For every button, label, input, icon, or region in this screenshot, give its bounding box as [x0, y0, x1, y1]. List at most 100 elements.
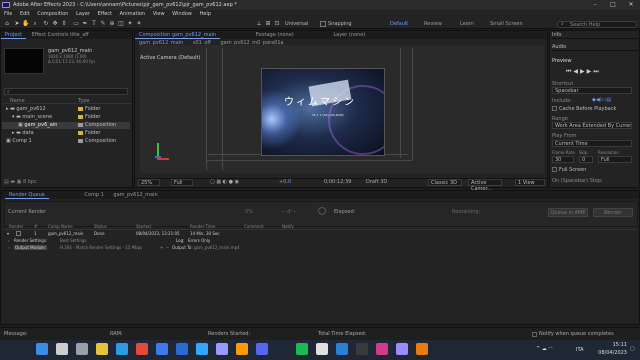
tab-comp-1[interactable]: Comp 1 [80, 192, 107, 198]
clock-time[interactable]: 15:11 [605, 342, 627, 348]
workspace-default[interactable]: Default [390, 20, 408, 28]
color-picker-icon[interactable]: ● [229, 179, 233, 185]
world-axis-icon[interactable]: ⊞ [264, 20, 272, 28]
edge-icon[interactable] [116, 343, 128, 355]
eraser-tool-icon[interactable]: ◫ [117, 20, 125, 28]
add-output-module-icon[interactable]: + [160, 245, 163, 250]
log-dropdown[interactable]: Errors Only [188, 238, 210, 243]
skip-field[interactable]: 0 [579, 156, 593, 163]
full-screen-checkbox[interactable] [552, 167, 557, 172]
workspace-review[interactable]: Review [424, 20, 442, 28]
output-module-value[interactable]: H.264 - Match Render Settings - 15 Mbps [60, 245, 142, 250]
project-item-selected[interactable]: ▣ gam_pv6_ain Composition [2, 122, 130, 129]
render-queue-row[interactable]: ▾ 1 gam_pv612_main Done 08/04/2023, 13:2… [4, 231, 638, 237]
pan-tool-icon[interactable]: ✥ [51, 20, 59, 28]
resolution-dropdown-preview[interactable]: Full [598, 156, 632, 163]
expand-chevron-icon[interactable]: ▾ [7, 231, 9, 236]
column-name[interactable]: Name [10, 98, 25, 104]
col-notify[interactable]: Notify [282, 224, 294, 229]
discord-icon[interactable] [256, 343, 268, 355]
col-render[interactable]: Render [9, 224, 23, 229]
chrome-icon[interactable] [136, 343, 148, 355]
spotify-icon[interactable] [296, 343, 308, 355]
search-icon[interactable] [56, 343, 68, 355]
explorer-icon[interactable] [96, 343, 108, 355]
tab-composition[interactable]: Composition gam_pv612_main [135, 32, 221, 39]
clock-date[interactable]: 08/04/2023 [597, 350, 627, 356]
view-axis-icon[interactable]: ⊡ [273, 20, 281, 28]
mail-icon[interactable] [176, 343, 188, 355]
render-checkbox[interactable] [16, 231, 21, 236]
zoom-dropdown[interactable]: 25% [138, 179, 160, 186]
resolution-dropdown[interactable]: Full [171, 179, 193, 186]
help-search-box[interactable]: ⌕ Search Help [557, 21, 637, 28]
exposure-value[interactable]: +0.0 [279, 179, 291, 185]
interpret-footage-icon[interactable]: ▤ [4, 179, 9, 185]
col-comp-name[interactable]: Comp Name [48, 224, 73, 229]
menu-layer[interactable]: Layer [76, 11, 90, 17]
language-indicator[interactable]: ITA [576, 347, 584, 353]
queue-in-ame-button[interactable]: Queue in AME [548, 208, 588, 217]
frame-rate-dropdown[interactable]: 30 [552, 156, 574, 163]
draft-3d-toggle[interactable]: Draft 3D [366, 179, 387, 185]
menu-window[interactable]: Window [172, 11, 192, 17]
dolly-tool-icon[interactable]: ⇕ [60, 20, 68, 28]
range-dropdown[interactable]: Work Area Extended By Current... [552, 122, 632, 129]
chevron-right-icon[interactable]: › [8, 245, 10, 250]
vscode-icon[interactable] [336, 343, 348, 355]
cache-checkbox[interactable] [552, 106, 557, 111]
project-item[interactable]: ▸ ▬ gam_pv612 Folder [2, 106, 130, 113]
pen-tool-icon[interactable]: ✒ [81, 20, 89, 28]
audio-panel-header[interactable]: Audio [552, 43, 638, 51]
aftereffects-icon[interactable] [396, 343, 408, 355]
start-icon[interactable] [36, 343, 48, 355]
snapping-checkbox[interactable] [320, 21, 326, 27]
project-search-input[interactable]: ⌕ [4, 88, 128, 95]
zoom-tool-icon[interactable]: ⌕ [31, 20, 39, 28]
puppet-pin-icon[interactable]: ✶ [135, 20, 143, 28]
menu-edit[interactable]: Edit [20, 11, 30, 17]
render-button[interactable]: Render [593, 208, 633, 217]
play-from-dropdown[interactable]: Current Time [552, 140, 632, 147]
tab-project[interactable]: Project [1, 32, 27, 39]
menu-composition[interactable]: Composition [37, 11, 68, 17]
notification-icon[interactable]: ▢ [630, 346, 635, 352]
bit-depth-label[interactable]: 8 bpc [23, 179, 37, 185]
new-composition-icon[interactable]: ▣ [17, 179, 22, 185]
workspace-small-screen[interactable]: Small Screen [490, 20, 523, 28]
output-to-value[interactable]: gam_pv612_main.mp4 [194, 245, 240, 250]
col-comment[interactable]: Comment [244, 224, 264, 229]
tab-effect-controls[interactable]: Effect Controls title_aff [28, 32, 93, 38]
chevron-up-icon[interactable]: ^ [536, 346, 540, 352]
close-button[interactable]: ✕ [622, 0, 640, 10]
notify-checkbox[interactable] [532, 332, 537, 337]
type-tool-icon[interactable]: T [90, 20, 98, 28]
pause-render-icon[interactable] [318, 207, 326, 215]
project-item[interactable]: ▸ ▬ data Folder [2, 130, 130, 137]
store-icon[interactable] [156, 343, 168, 355]
last-frame-icon[interactable]: ⏭ [593, 68, 600, 75]
preview-panel-header[interactable]: Preview [552, 57, 638, 65]
mask-icon[interactable]: ◐ [223, 179, 227, 185]
col-render-time[interactable]: Render Time [190, 224, 215, 229]
project-item[interactable]: ▣ Comp 1 Composition [2, 138, 130, 145]
chevron-right-icon[interactable]: › [8, 238, 10, 243]
photoshop-icon[interactable] [196, 343, 208, 355]
menu-view[interactable]: View [153, 11, 165, 17]
hand-tool-icon[interactable]: ✋ [22, 20, 30, 28]
menu-help[interactable]: Help [199, 11, 210, 17]
col-index[interactable]: # [34, 224, 37, 229]
minimize-button[interactable]: – [586, 0, 604, 10]
tab-gam-main[interactable]: gam_pv612_main [109, 192, 161, 198]
brush-tool-icon[interactable]: ✎ [99, 20, 107, 28]
new-folder-icon[interactable]: ▬ [10, 179, 15, 185]
onedrive-icon[interactable]: ☁ [542, 346, 547, 352]
orbit-tool-icon[interactable]: ↻ [42, 20, 50, 28]
tab-footage[interactable]: Footage (none) [252, 32, 298, 38]
wifi-icon[interactable]: ◠ [548, 346, 552, 352]
clone-stamp-icon[interactable]: ⊕ [108, 20, 116, 28]
tab-layer[interactable]: Layer (none) [329, 32, 369, 38]
renderer-dropdown[interactable]: Classic 3D [428, 179, 462, 186]
tab-render-queue[interactable]: Render Queue [5, 192, 49, 199]
col-status[interactable]: Status [94, 224, 107, 229]
